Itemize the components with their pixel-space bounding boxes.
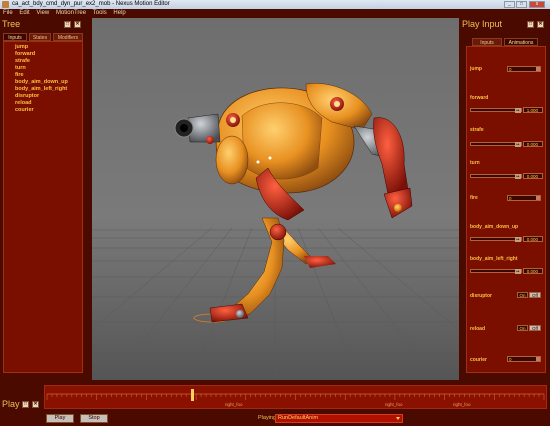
viewport-scene <box>92 18 459 380</box>
menu-tools[interactable]: Tools <box>91 9 109 17</box>
tab-states[interactable]: States <box>29 33 51 41</box>
timeline-marker-label: right_foo <box>225 402 243 407</box>
tree-item-jump[interactable]: jump <box>15 44 28 50</box>
tree-panel-title: Tree <box>2 19 21 29</box>
tree-item-strafe[interactable]: strafe <box>15 58 30 64</box>
tree-tabs: Inputs States Modifiers <box>3 33 83 41</box>
close-button[interactable]: x <box>529 1 545 8</box>
app-icon <box>2 1 9 8</box>
play-input-close-icon[interactable]: ✕ <box>537 21 544 28</box>
timeline-track[interactable]: right_foo right_foo right_foo <box>44 385 547 409</box>
reload-on-button[interactable]: On <box>517 325 528 331</box>
menu-view[interactable]: View <box>34 9 51 17</box>
minimize-button[interactable]: _ <box>504 1 515 8</box>
tree-item-reload[interactable]: reload <box>15 100 32 106</box>
play-close-icon[interactable]: ✕ <box>32 401 39 408</box>
courier-spinbox[interactable]: 0 <box>507 356 541 362</box>
slider-thumb[interactable]: ▸▸ <box>515 108 521 113</box>
tree-undock-icon[interactable]: □ <box>64 21 71 28</box>
tree-list: jump forward strafe turn fire body_aim_d… <box>3 41 83 373</box>
stop-button[interactable]: Stop <box>80 414 108 423</box>
timeline-marker-label: right_foo <box>385 402 403 407</box>
tree-item-body-aim-left-right[interactable]: body_aim_left_right <box>15 86 67 92</box>
body-aim-down-up-value[interactable]: 0.000 <box>523 236 543 242</box>
jump-spinbox[interactable]: 0 <box>507 66 541 72</box>
play-input-title: Play Input <box>462 19 503 29</box>
menu-help[interactable]: Help <box>111 9 127 17</box>
forward-value[interactable]: 1.000 <box>523 107 543 113</box>
spin-arrows-icon <box>536 357 540 361</box>
window-title-bar: ca_act_bdy_cmd_dyn_pur_ex2_mob - Nexus M… <box>0 0 550 9</box>
turn-slider[interactable]: ▸▸ <box>470 174 522 179</box>
input-label-fire: fire <box>470 195 478 201</box>
slider-thumb[interactable]: ▸▸ <box>515 174 521 179</box>
play-panel-title: Play <box>2 399 20 409</box>
body-aim-down-up-slider[interactable]: ▸▸ <box>470 237 522 242</box>
input-label-turn: turn <box>470 160 480 166</box>
tree-item-fire[interactable]: fire <box>15 72 24 78</box>
play-input-tabs: Inputs Animations <box>472 38 542 46</box>
tree-item-turn[interactable]: turn <box>15 65 26 71</box>
tab-play-inputs[interactable]: Inputs <box>472 38 502 46</box>
menu-edit[interactable]: Edit <box>17 9 31 17</box>
play-input-undock-icon[interactable]: □ <box>527 21 534 28</box>
timeline-playhead[interactable] <box>191 389 194 401</box>
strafe-value[interactable]: 0.000 <box>523 141 543 147</box>
tab-animations[interactable]: Animations <box>504 38 538 46</box>
maximize-button[interactable]: □ <box>516 1 527 8</box>
slider-thumb[interactable]: ▸▸ <box>515 269 521 274</box>
menu-motiontree[interactable]: MotionTree <box>54 9 88 17</box>
strafe-slider[interactable]: ▸▸ <box>470 142 522 147</box>
timeline-marker-label: right_foo <box>453 402 471 407</box>
reload-off-button[interactable]: Off <box>529 325 541 331</box>
input-label-body-aim-left-right: body_aim_left_right <box>470 256 518 262</box>
input-label-body-aim-down-up: body_aim_down_up <box>470 224 519 230</box>
spin-arrows-icon <box>536 196 540 200</box>
play-button[interactable]: Play <box>46 414 74 423</box>
tree-close-icon[interactable]: ✕ <box>74 21 81 28</box>
fire-spinbox[interactable]: 0 <box>507 195 541 201</box>
slider-thumb[interactable]: ▸▸ <box>515 142 521 147</box>
body-aim-left-right-value[interactable]: 0.000 <box>523 268 543 274</box>
playing-animation-select[interactable]: RunDefaultAnim <box>275 414 403 423</box>
turn-value[interactable]: 0.000 <box>523 173 543 179</box>
tab-inputs[interactable]: Inputs <box>3 33 27 41</box>
input-label-strafe: strafe <box>470 127 484 133</box>
slider-thumb[interactable]: ▸▸ <box>515 237 521 242</box>
input-label-courier: courier <box>470 357 487 363</box>
disruptor-on-button[interactable]: On <box>517 292 528 298</box>
input-label-disruptor: disruptor <box>470 293 492 299</box>
play-undock-icon[interactable]: □ <box>22 401 29 408</box>
input-label-forward: forward <box>470 95 489 101</box>
3d-viewport[interactable] <box>92 18 459 380</box>
tree-item-courier[interactable]: courier <box>15 107 34 113</box>
window-title: ca_act_bdy_cmd_dyn_pur_ex2_mob - Nexus M… <box>12 1 170 7</box>
forward-slider[interactable]: ▸▸ <box>470 108 522 113</box>
tree-item-disruptor[interactable]: disruptor <box>15 93 39 99</box>
playing-animation-value: RunDefaultAnim <box>278 415 319 421</box>
menu-bar: File Edit View MotionTree Tools Help <box>0 9 550 17</box>
play-input-list: jump 0 forward ▸▸ 1.000 strafe ▸▸ 0.000 … <box>466 46 546 373</box>
body-aim-left-right-slider[interactable]: ▸▸ <box>470 269 522 274</box>
input-label-reload: reload <box>470 326 486 332</box>
disruptor-off-button[interactable]: Off <box>529 292 541 298</box>
spin-arrows-icon <box>536 67 540 71</box>
chevron-down-icon <box>396 417 400 420</box>
input-label-jump: jump <box>470 66 482 72</box>
tree-item-body-aim-down-up[interactable]: body_aim_down_up <box>15 79 68 85</box>
tab-modifiers[interactable]: Modifiers <box>53 33 83 41</box>
tree-item-forward[interactable]: forward <box>15 51 35 57</box>
menu-file[interactable]: File <box>1 9 15 17</box>
